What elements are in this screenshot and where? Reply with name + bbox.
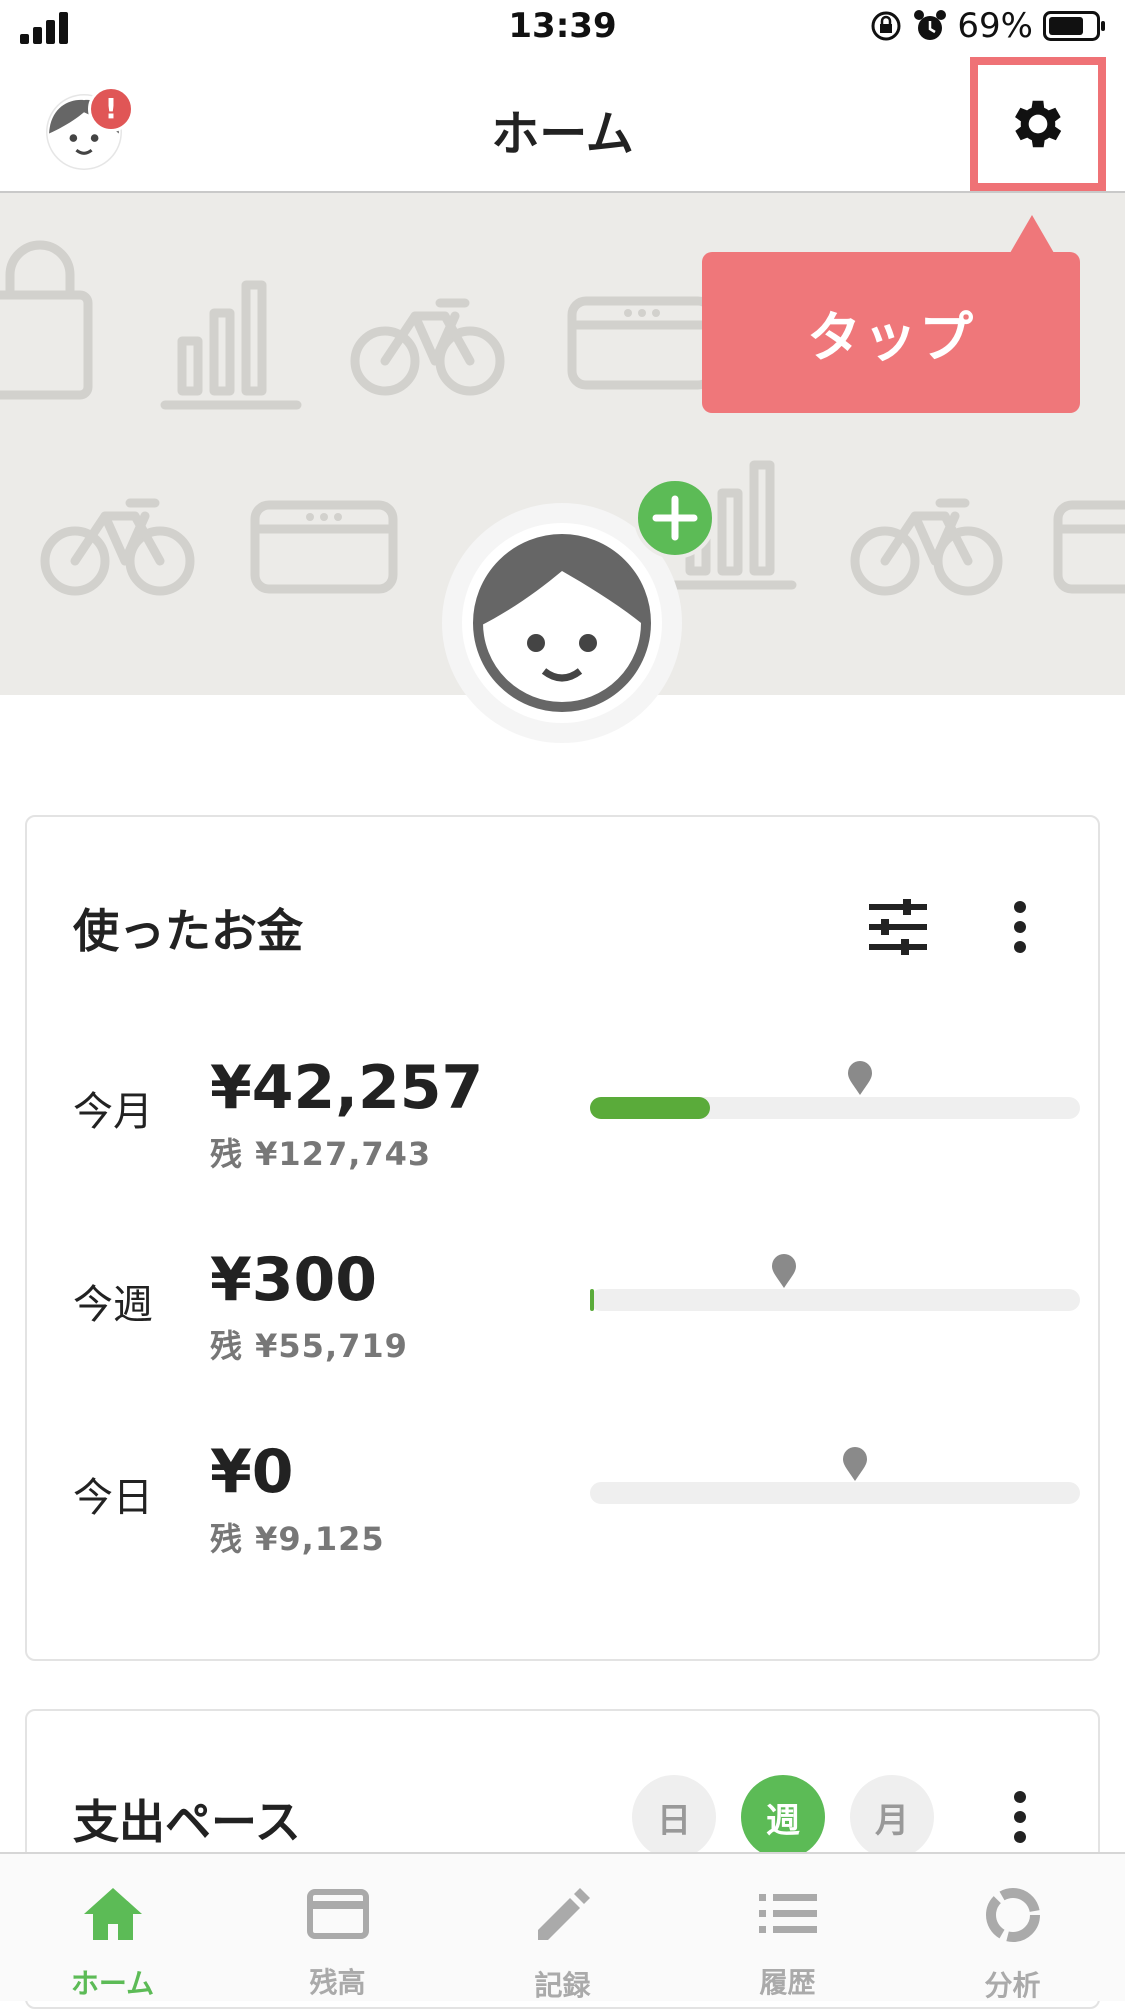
tap-tooltip: タップ bbox=[702, 252, 1080, 413]
bicycle-icon bbox=[850, 498, 1003, 596]
face-icon bbox=[473, 534, 651, 712]
tab-label: 履歴 bbox=[759, 1966, 816, 1999]
more-vert-icon[interactable] bbox=[1012, 1789, 1028, 1845]
row-label-today: 今日 bbox=[73, 1475, 153, 1521]
chart-ring-icon bbox=[985, 1888, 1040, 1942]
profile-avatar[interactable] bbox=[462, 523, 662, 723]
pencil-icon bbox=[537, 1888, 590, 1940]
row-remaining-month: 残 ¥127,743 bbox=[210, 1135, 432, 1173]
gear-icon bbox=[1015, 100, 1062, 148]
tab-history[interactable]: 履歴 bbox=[675, 1854, 900, 2001]
spending-card: 使ったお金 今月 ¥42,257 残 ¥127,743 今週 ¥300 残 ¥5… bbox=[25, 815, 1100, 1661]
shopping-bag-icon bbox=[0, 240, 93, 400]
filter-icon[interactable] bbox=[869, 899, 927, 955]
card-icon bbox=[1053, 500, 1125, 594]
tab-label: 記録 bbox=[534, 1969, 591, 2002]
tab-analysis[interactable]: 分析 bbox=[900, 1854, 1125, 2002]
segment-week[interactable]: 週 bbox=[741, 1775, 825, 1859]
settings-button[interactable] bbox=[970, 57, 1106, 191]
progress-track bbox=[590, 1097, 1080, 1119]
row-amount-today: ¥0 bbox=[210, 1437, 294, 1507]
segment-day[interactable]: 日 bbox=[632, 1775, 716, 1859]
rotation-lock-icon bbox=[871, 11, 901, 41]
row-amount-month: ¥42,257 bbox=[210, 1053, 484, 1123]
tab-balance[interactable]: 残高 bbox=[225, 1854, 450, 2001]
tab-label: 分析 bbox=[984, 1969, 1041, 2002]
status-right: 69% bbox=[869, 6, 1107, 46]
tab-record[interactable]: 記録 bbox=[450, 1854, 675, 2002]
progress-track bbox=[590, 1289, 1080, 1311]
row-remaining-week: 残 ¥55,719 bbox=[210, 1327, 408, 1365]
alarm-icon bbox=[914, 10, 947, 40]
card-title: 使ったお金 bbox=[73, 904, 303, 958]
row-label-week: 今週 bbox=[73, 1282, 153, 1328]
progress-fill bbox=[590, 1289, 594, 1311]
tab-bar: ホーム 残高 記録 履歴 分析 bbox=[0, 1852, 1125, 2002]
tab-label: ホーム bbox=[70, 1967, 155, 2000]
home-icon bbox=[83, 1888, 142, 1940]
battery-icon bbox=[1043, 11, 1105, 41]
row-label-month: 今月 bbox=[73, 1089, 153, 1135]
pace-marker-icon bbox=[842, 1447, 867, 1481]
progress-fill bbox=[590, 1097, 711, 1119]
status-bar: 13:39 69% bbox=[0, 0, 1125, 56]
plus-icon bbox=[652, 495, 698, 541]
row-amount-week: ¥300 bbox=[210, 1245, 377, 1315]
card-icon bbox=[306, 1888, 369, 1939]
progress-track bbox=[590, 1482, 1080, 1504]
bicycle-icon bbox=[350, 298, 505, 396]
tab-home[interactable]: ホーム bbox=[0, 1854, 225, 2001]
more-vert-icon[interactable] bbox=[1012, 899, 1028, 955]
segment-month[interactable]: 月 bbox=[850, 1775, 934, 1859]
add-photo-button[interactable] bbox=[634, 477, 716, 559]
row-remaining-today: 残 ¥9,125 bbox=[210, 1520, 385, 1558]
bar-chart-icon bbox=[160, 280, 302, 410]
pace-marker-icon bbox=[771, 1254, 796, 1288]
card-title: 支出ペース bbox=[73, 1795, 301, 1849]
tab-label: 残高 bbox=[309, 1966, 366, 1999]
battery-percent: 69% bbox=[957, 6, 1033, 46]
page-title: ホーム bbox=[491, 106, 634, 162]
tooltip-arrow bbox=[1010, 215, 1054, 253]
nav-bar: ! ホーム bbox=[0, 56, 1125, 193]
pace-marker-icon bbox=[847, 1061, 872, 1095]
list-icon bbox=[758, 1893, 817, 1933]
bicycle-icon bbox=[40, 498, 195, 596]
